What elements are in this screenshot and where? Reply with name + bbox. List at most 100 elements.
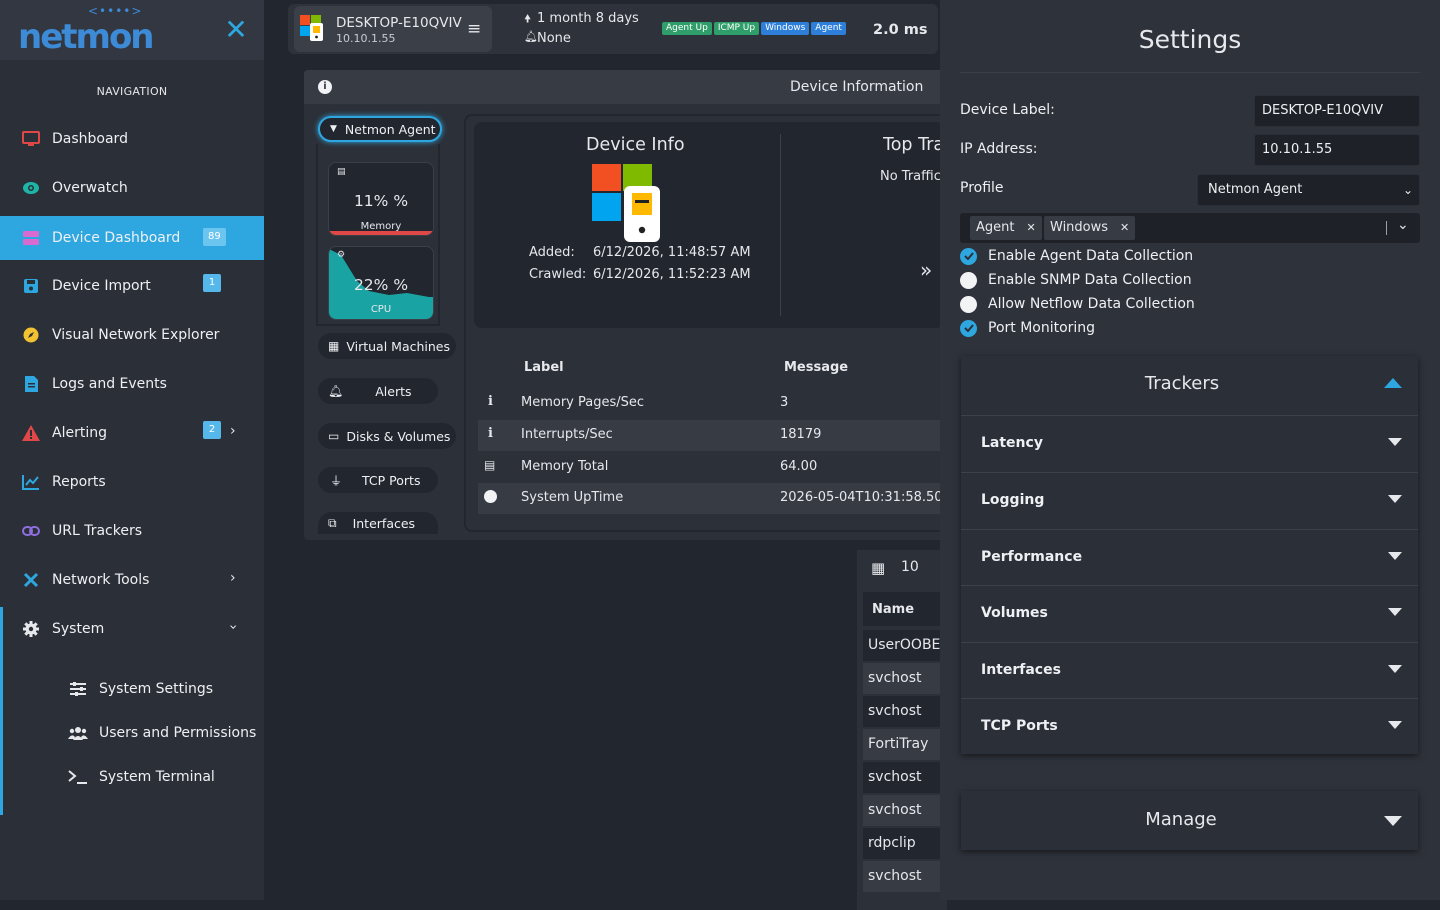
sub-item-users-and-permissions[interactable]: Users and Permissions <box>67 713 256 753</box>
eye-icon <box>22 179 40 197</box>
device-name: DESKTOP-E10QVIV <box>336 15 462 31</box>
remove-chip-icon[interactable]: ✕ <box>1120 216 1129 240</box>
nav-item-reports[interactable]: Reports <box>0 458 264 506</box>
column-header-name: Name <box>872 602 915 617</box>
nav-item-overwatch[interactable]: Overwatch <box>0 164 264 212</box>
caret-down-icon <box>1388 438 1402 446</box>
row-label: System UpTime <box>521 490 624 505</box>
snmp-collection-checkbox[interactable]: Enable SNMP Data Collection <box>960 269 1192 291</box>
chevron-down-icon[interactable]: ⌄ <box>1397 217 1409 233</box>
tracker-latency[interactable]: Latency <box>961 415 1418 470</box>
latency-value: 2.0 ms <box>873 22 928 38</box>
unchecked-circle-icon <box>960 295 977 313</box>
memory-value: 11% % <box>353 192 409 210</box>
nav-item-alerting[interactable]: Alerting 2 › <box>0 409 264 457</box>
nav-label: Reports <box>52 474 106 490</box>
nav-label: Alerting <box>52 425 107 441</box>
status-tag: Agent Up <box>662 22 712 35</box>
device-label-input[interactable]: DESKTOP-E10QVIV <box>1254 95 1420 127</box>
remove-chip-icon[interactable]: ✕ <box>1026 216 1035 240</box>
virtual-machines-button[interactable]: ▦ Virtual Machines <box>318 333 456 359</box>
chip-label: Windows <box>1050 220 1109 235</box>
checkbox-label: Port Monitoring <box>988 320 1096 336</box>
tracker-label: Performance <box>981 549 1083 565</box>
tracker-tcp-ports[interactable]: TCP Ports <box>961 698 1418 753</box>
tracker-logging[interactable]: Logging <box>961 472 1418 527</box>
top-traffic-title: Top Tra <box>883 135 944 155</box>
profile-select[interactable]: Netmon Agent ⌄ <box>1197 174 1420 206</box>
device-info-card: Device Info Added: 6/12/2026, 11:48:57 A… <box>474 122 944 328</box>
process-row[interactable]: rdpclip <box>863 828 947 859</box>
windows-agent-icon <box>300 13 324 47</box>
nav-label: Visual Network Explorer <box>52 327 220 343</box>
memory-fill <box>329 231 433 235</box>
crawled-label: Crawled: <box>529 267 587 282</box>
tracker-label: TCP Ports <box>981 718 1058 734</box>
monitor-icon <box>22 130 40 148</box>
nav-item-device-dashboard[interactable]: Device Dashboard 89 <box>0 216 264 260</box>
tools-icon <box>22 571 40 589</box>
nav-item-device-import[interactable]: Device Import 1 <box>0 262 264 310</box>
trackers-toggle[interactable]: Trackers <box>961 356 1418 414</box>
process-row[interactable]: svchost <box>863 696 947 727</box>
caret-down-icon: ▼ <box>330 124 337 134</box>
process-row[interactable]: svchost <box>863 861 947 892</box>
crawled-value: 6/12/2026, 11:52:23 AM <box>593 267 751 282</box>
added-label: Added: <box>529 245 575 260</box>
process-row[interactable]: svchost <box>863 795 947 826</box>
column-header-label: Label <box>524 360 564 375</box>
nav-item-dashboard[interactable]: Dashboard <box>0 115 264 163</box>
caret-down-icon <box>1388 608 1402 616</box>
tcp-ports-button[interactable]: ⏚ TCP Ports <box>318 467 438 493</box>
alerts-button[interactable]: 🔔︎ Alerts <box>318 378 438 404</box>
tracker-performance[interactable]: Performance <box>961 529 1418 584</box>
logo-dots-icon: <••••> <box>88 4 143 18</box>
table-icon: ▦ <box>328 339 340 353</box>
status-tag: ICMP Up <box>713 22 760 35</box>
page-size-select[interactable]: 10 <box>901 559 919 575</box>
netmon-agent-button[interactable]: ▼ Netmon Agent <box>318 116 442 142</box>
process-row[interactable]: svchost <box>863 663 947 694</box>
process-row[interactable]: FortiTray <box>863 729 947 760</box>
close-icon: ✕ <box>224 13 248 46</box>
process-row[interactable]: UserOOBEI <box>863 630 947 661</box>
divider <box>1386 221 1387 235</box>
process-table: ▦ 10 Name UserOOBEI svchost svchost Fort… <box>857 550 947 910</box>
netflow-collection-checkbox[interactable]: Allow Netflow Data Collection <box>960 293 1195 315</box>
tag-chip-agent: Agent ✕ <box>970 216 1042 240</box>
manage-accordion[interactable]: Manage <box>961 791 1418 850</box>
device-chip[interactable]: DESKTOP-E10QVIV 10.10.1.55 ≡ <box>294 6 492 52</box>
close-sidebar-button[interactable]: ✕ <box>224 16 248 44</box>
button-label: Interfaces <box>352 515 416 531</box>
sub-item-system-settings[interactable]: System Settings <box>67 669 213 709</box>
profile-label: Profile <box>960 180 1004 196</box>
nav-item-system[interactable]: System › <box>0 605 264 653</box>
profile-value: Netmon Agent <box>1208 182 1303 197</box>
process-row[interactable]: svchost <box>863 762 947 793</box>
trackers-title: Trackers <box>1144 373 1220 394</box>
device-info-header: i Device Information <box>304 70 944 104</box>
agent-collection-checkbox[interactable]: Enable Agent Data Collection <box>960 245 1193 267</box>
disks-volumes-button[interactable]: ▭ Disks & Volumes <box>318 423 456 449</box>
device-info-title: Device Information <box>790 79 924 95</box>
tracker-interfaces[interactable]: Interfaces <box>961 642 1418 697</box>
nav-item-url-trackers[interactable]: URL Trackers <box>0 507 264 555</box>
agent-button-label: Netmon Agent <box>344 121 436 137</box>
menu-icon[interactable]: ≡ <box>467 19 481 39</box>
nav-item-visual-network-explorer[interactable]: Visual Network Explorer <box>0 311 264 359</box>
sub-item-system-terminal[interactable]: System Terminal <box>67 757 215 797</box>
ip-address-label: IP Address: <box>960 141 1038 157</box>
manage-title: Manage <box>1145 809 1217 830</box>
tags-multiselect[interactable]: Agent ✕ Windows ✕ ⌄ <box>960 213 1420 243</box>
ip-address-input[interactable]: 10.10.1.55 <box>1254 134 1420 166</box>
nav-item-network-tools[interactable]: Network Tools › <box>0 556 264 604</box>
port-monitoring-checkbox[interactable]: Port Monitoring <box>960 317 1095 339</box>
tracker-volumes[interactable]: Volumes <box>961 585 1418 640</box>
nav-label: Network Tools <box>52 572 150 588</box>
unchecked-circle-icon <box>960 271 977 289</box>
caret-down-icon <box>1384 816 1402 826</box>
nav-item-logs-and-events[interactable]: Logs and Events <box>0 360 264 408</box>
checkmark-icon <box>960 319 977 337</box>
table-row: i Interrupts/Sec 18179 <box>478 420 944 451</box>
interfaces-button[interactable]: ⧉ Interfaces <box>318 512 438 534</box>
